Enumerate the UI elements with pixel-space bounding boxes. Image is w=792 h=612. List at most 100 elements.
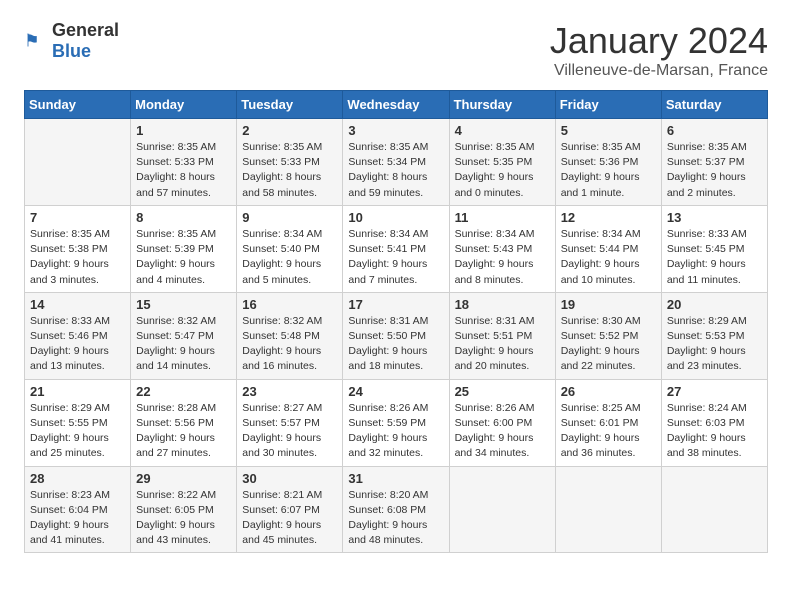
day-number: 11 — [455, 210, 550, 225]
logo: ⚑ General Blue — [24, 20, 119, 62]
header-cell-friday: Friday — [555, 91, 661, 119]
week-row-5: 28 Sunrise: 8:23 AMSunset: 6:04 PMDayligh… — [25, 466, 768, 553]
day-number: 30 — [242, 471, 337, 486]
day-cell — [555, 466, 661, 553]
header-row: SundayMondayTuesdayWednesdayThursdayFrid… — [25, 91, 768, 119]
week-row-2: 7 Sunrise: 8:35 AMSunset: 5:38 PMDaylight… — [25, 205, 768, 292]
day-info: Sunrise: 8:21 AMSunset: 6:07 PMDaylight:… — [242, 488, 337, 549]
day-info: Sunrise: 8:31 AMSunset: 5:51 PMDaylight:… — [455, 314, 550, 375]
day-cell: 10 Sunrise: 8:34 AMSunset: 5:41 PMDayligh… — [343, 205, 449, 292]
day-number: 5 — [561, 123, 656, 138]
day-number: 1 — [136, 123, 231, 138]
day-cell: 8 Sunrise: 8:35 AMSunset: 5:39 PMDaylight… — [131, 205, 237, 292]
day-info: Sunrise: 8:32 AMSunset: 5:48 PMDaylight:… — [242, 314, 337, 375]
day-cell: 30 Sunrise: 8:21 AMSunset: 6:07 PMDayligh… — [237, 466, 343, 553]
logo-general: General — [52, 20, 119, 40]
day-cell: 14 Sunrise: 8:33 AMSunset: 5:46 PMDayligh… — [25, 292, 131, 379]
title-section: January 2024 Villeneuve-de-Marsan, Franc… — [550, 20, 768, 80]
logo-icon: ⚑ — [24, 29, 48, 53]
day-cell: 16 Sunrise: 8:32 AMSunset: 5:48 PMDayligh… — [237, 292, 343, 379]
day-cell: 26Sunrise: 8:25 AMSunset: 6:01 PMDayligh… — [555, 379, 661, 466]
day-number: 16 — [242, 297, 337, 312]
day-info: Sunrise: 8:35 AMSunset: 5:37 PMDaylight:… — [667, 140, 762, 201]
day-number: 4 — [455, 123, 550, 138]
day-number: 31 — [348, 471, 443, 486]
day-info: Sunrise: 8:34 AMSunset: 5:43 PMDaylight:… — [455, 227, 550, 288]
calendar-title: January 2024 — [550, 20, 768, 62]
calendar-body: 1 Sunrise: 8:35 AMSunset: 5:33 PMDaylight… — [25, 119, 768, 553]
day-number: 26 — [561, 384, 656, 399]
week-row-3: 14 Sunrise: 8:33 AMSunset: 5:46 PMDayligh… — [25, 292, 768, 379]
day-info: Sunrise: 8:34 AMSunset: 5:40 PMDaylight:… — [242, 227, 337, 288]
day-info: Sunrise: 8:32 AMSunset: 5:47 PMDaylight:… — [136, 314, 231, 375]
day-cell: 20 Sunrise: 8:29 AMSunset: 5:53 PMDayligh… — [661, 292, 767, 379]
day-cell: 7 Sunrise: 8:35 AMSunset: 5:38 PMDaylight… — [25, 205, 131, 292]
day-info: Sunrise: 8:26 AMSunset: 5:59 PMDaylight:… — [348, 401, 443, 462]
day-number: 18 — [455, 297, 550, 312]
day-info: Sunrise: 8:35 AMSunset: 5:33 PMDaylight:… — [136, 140, 231, 201]
day-info: Sunrise: 8:29 AMSunset: 5:53 PMDaylight:… — [667, 314, 762, 375]
day-info: Sunrise: 8:22 AMSunset: 6:05 PMDaylight:… — [136, 488, 231, 549]
header-cell-tuesday: Tuesday — [237, 91, 343, 119]
day-number: 15 — [136, 297, 231, 312]
day-info: Sunrise: 8:28 AMSunset: 5:56 PMDaylight:… — [136, 401, 231, 462]
calendar-table: SundayMondayTuesdayWednesdayThursdayFrid… — [24, 90, 768, 553]
day-cell: 1 Sunrise: 8:35 AMSunset: 5:33 PMDaylight… — [131, 119, 237, 206]
day-cell: 25Sunrise: 8:26 AMSunset: 6:00 PMDayligh… — [449, 379, 555, 466]
day-cell: 6Sunrise: 8:35 AMSunset: 5:37 PMDaylight… — [661, 119, 767, 206]
day-cell: 13Sunrise: 8:33 AMSunset: 5:45 PMDayligh… — [661, 205, 767, 292]
header-cell-wednesday: Wednesday — [343, 91, 449, 119]
day-info: Sunrise: 8:35 AMSunset: 5:36 PMDaylight:… — [561, 140, 656, 201]
day-number: 23 — [242, 384, 337, 399]
day-number: 14 — [30, 297, 125, 312]
day-cell: 24Sunrise: 8:26 AMSunset: 5:59 PMDayligh… — [343, 379, 449, 466]
svg-text:⚑: ⚑ — [24, 31, 40, 51]
day-info: Sunrise: 8:35 AMSunset: 5:34 PMDaylight:… — [348, 140, 443, 201]
day-info: Sunrise: 8:23 AMSunset: 6:04 PMDaylight:… — [30, 488, 125, 549]
day-info: Sunrise: 8:33 AMSunset: 5:45 PMDaylight:… — [667, 227, 762, 288]
day-number: 28 — [30, 471, 125, 486]
day-cell: 15 Sunrise: 8:32 AMSunset: 5:47 PMDayligh… — [131, 292, 237, 379]
day-number: 9 — [242, 210, 337, 225]
week-row-1: 1 Sunrise: 8:35 AMSunset: 5:33 PMDaylight… — [25, 119, 768, 206]
day-info: Sunrise: 8:29 AMSunset: 5:55 PMDaylight:… — [30, 401, 125, 462]
day-cell: 31 Sunrise: 8:20 AMSunset: 6:08 PMDayligh… — [343, 466, 449, 553]
header-cell-saturday: Saturday — [661, 91, 767, 119]
day-number: 10 — [348, 210, 443, 225]
day-number: 8 — [136, 210, 231, 225]
day-cell: 4 Sunrise: 8:35 AMSunset: 5:35 PMDaylight… — [449, 119, 555, 206]
calendar-subtitle: Villeneuve-de-Marsan, France — [550, 62, 768, 80]
day-info: Sunrise: 8:35 AMSunset: 5:35 PMDaylight:… — [455, 140, 550, 201]
day-cell: 17Sunrise: 8:31 AMSunset: 5:50 PMDayligh… — [343, 292, 449, 379]
day-number: 12 — [561, 210, 656, 225]
day-info: Sunrise: 8:20 AMSunset: 6:08 PMDaylight:… — [348, 488, 443, 549]
week-row-4: 21Sunrise: 8:29 AMSunset: 5:55 PMDayligh… — [25, 379, 768, 466]
day-cell: 21Sunrise: 8:29 AMSunset: 5:55 PMDayligh… — [25, 379, 131, 466]
day-info: Sunrise: 8:31 AMSunset: 5:50 PMDaylight:… — [348, 314, 443, 375]
day-number: 7 — [30, 210, 125, 225]
day-cell — [25, 119, 131, 206]
day-info: Sunrise: 8:33 AMSunset: 5:46 PMDaylight:… — [30, 314, 125, 375]
logo-blue: Blue — [52, 41, 91, 61]
day-info: Sunrise: 8:35 AMSunset: 5:38 PMDaylight:… — [30, 227, 125, 288]
day-number: 20 — [667, 297, 762, 312]
day-info: Sunrise: 8:34 AMSunset: 5:44 PMDaylight:… — [561, 227, 656, 288]
page-header: ⚑ General Blue January 2024 Villeneuve-d… — [24, 20, 768, 80]
day-cell — [449, 466, 555, 553]
day-cell: 12 Sunrise: 8:34 AMSunset: 5:44 PMDayligh… — [555, 205, 661, 292]
day-cell: 9 Sunrise: 8:34 AMSunset: 5:40 PMDaylight… — [237, 205, 343, 292]
day-info: Sunrise: 8:24 AMSunset: 6:03 PMDaylight:… — [667, 401, 762, 462]
day-cell: 3Sunrise: 8:35 AMSunset: 5:34 PMDaylight… — [343, 119, 449, 206]
header-cell-thursday: Thursday — [449, 91, 555, 119]
day-info: Sunrise: 8:35 AMSunset: 5:39 PMDaylight:… — [136, 227, 231, 288]
day-number: 27 — [667, 384, 762, 399]
day-cell: 22 Sunrise: 8:28 AMSunset: 5:56 PMDayligh… — [131, 379, 237, 466]
day-cell: 29Sunrise: 8:22 AMSunset: 6:05 PMDayligh… — [131, 466, 237, 553]
day-cell — [661, 466, 767, 553]
day-info: Sunrise: 8:30 AMSunset: 5:52 PMDaylight:… — [561, 314, 656, 375]
day-info: Sunrise: 8:34 AMSunset: 5:41 PMDaylight:… — [348, 227, 443, 288]
day-number: 22 — [136, 384, 231, 399]
day-cell: 27 Sunrise: 8:24 AMSunset: 6:03 PMDayligh… — [661, 379, 767, 466]
logo-text: General Blue — [52, 20, 119, 62]
day-info: Sunrise: 8:26 AMSunset: 6:00 PMDaylight:… — [455, 401, 550, 462]
